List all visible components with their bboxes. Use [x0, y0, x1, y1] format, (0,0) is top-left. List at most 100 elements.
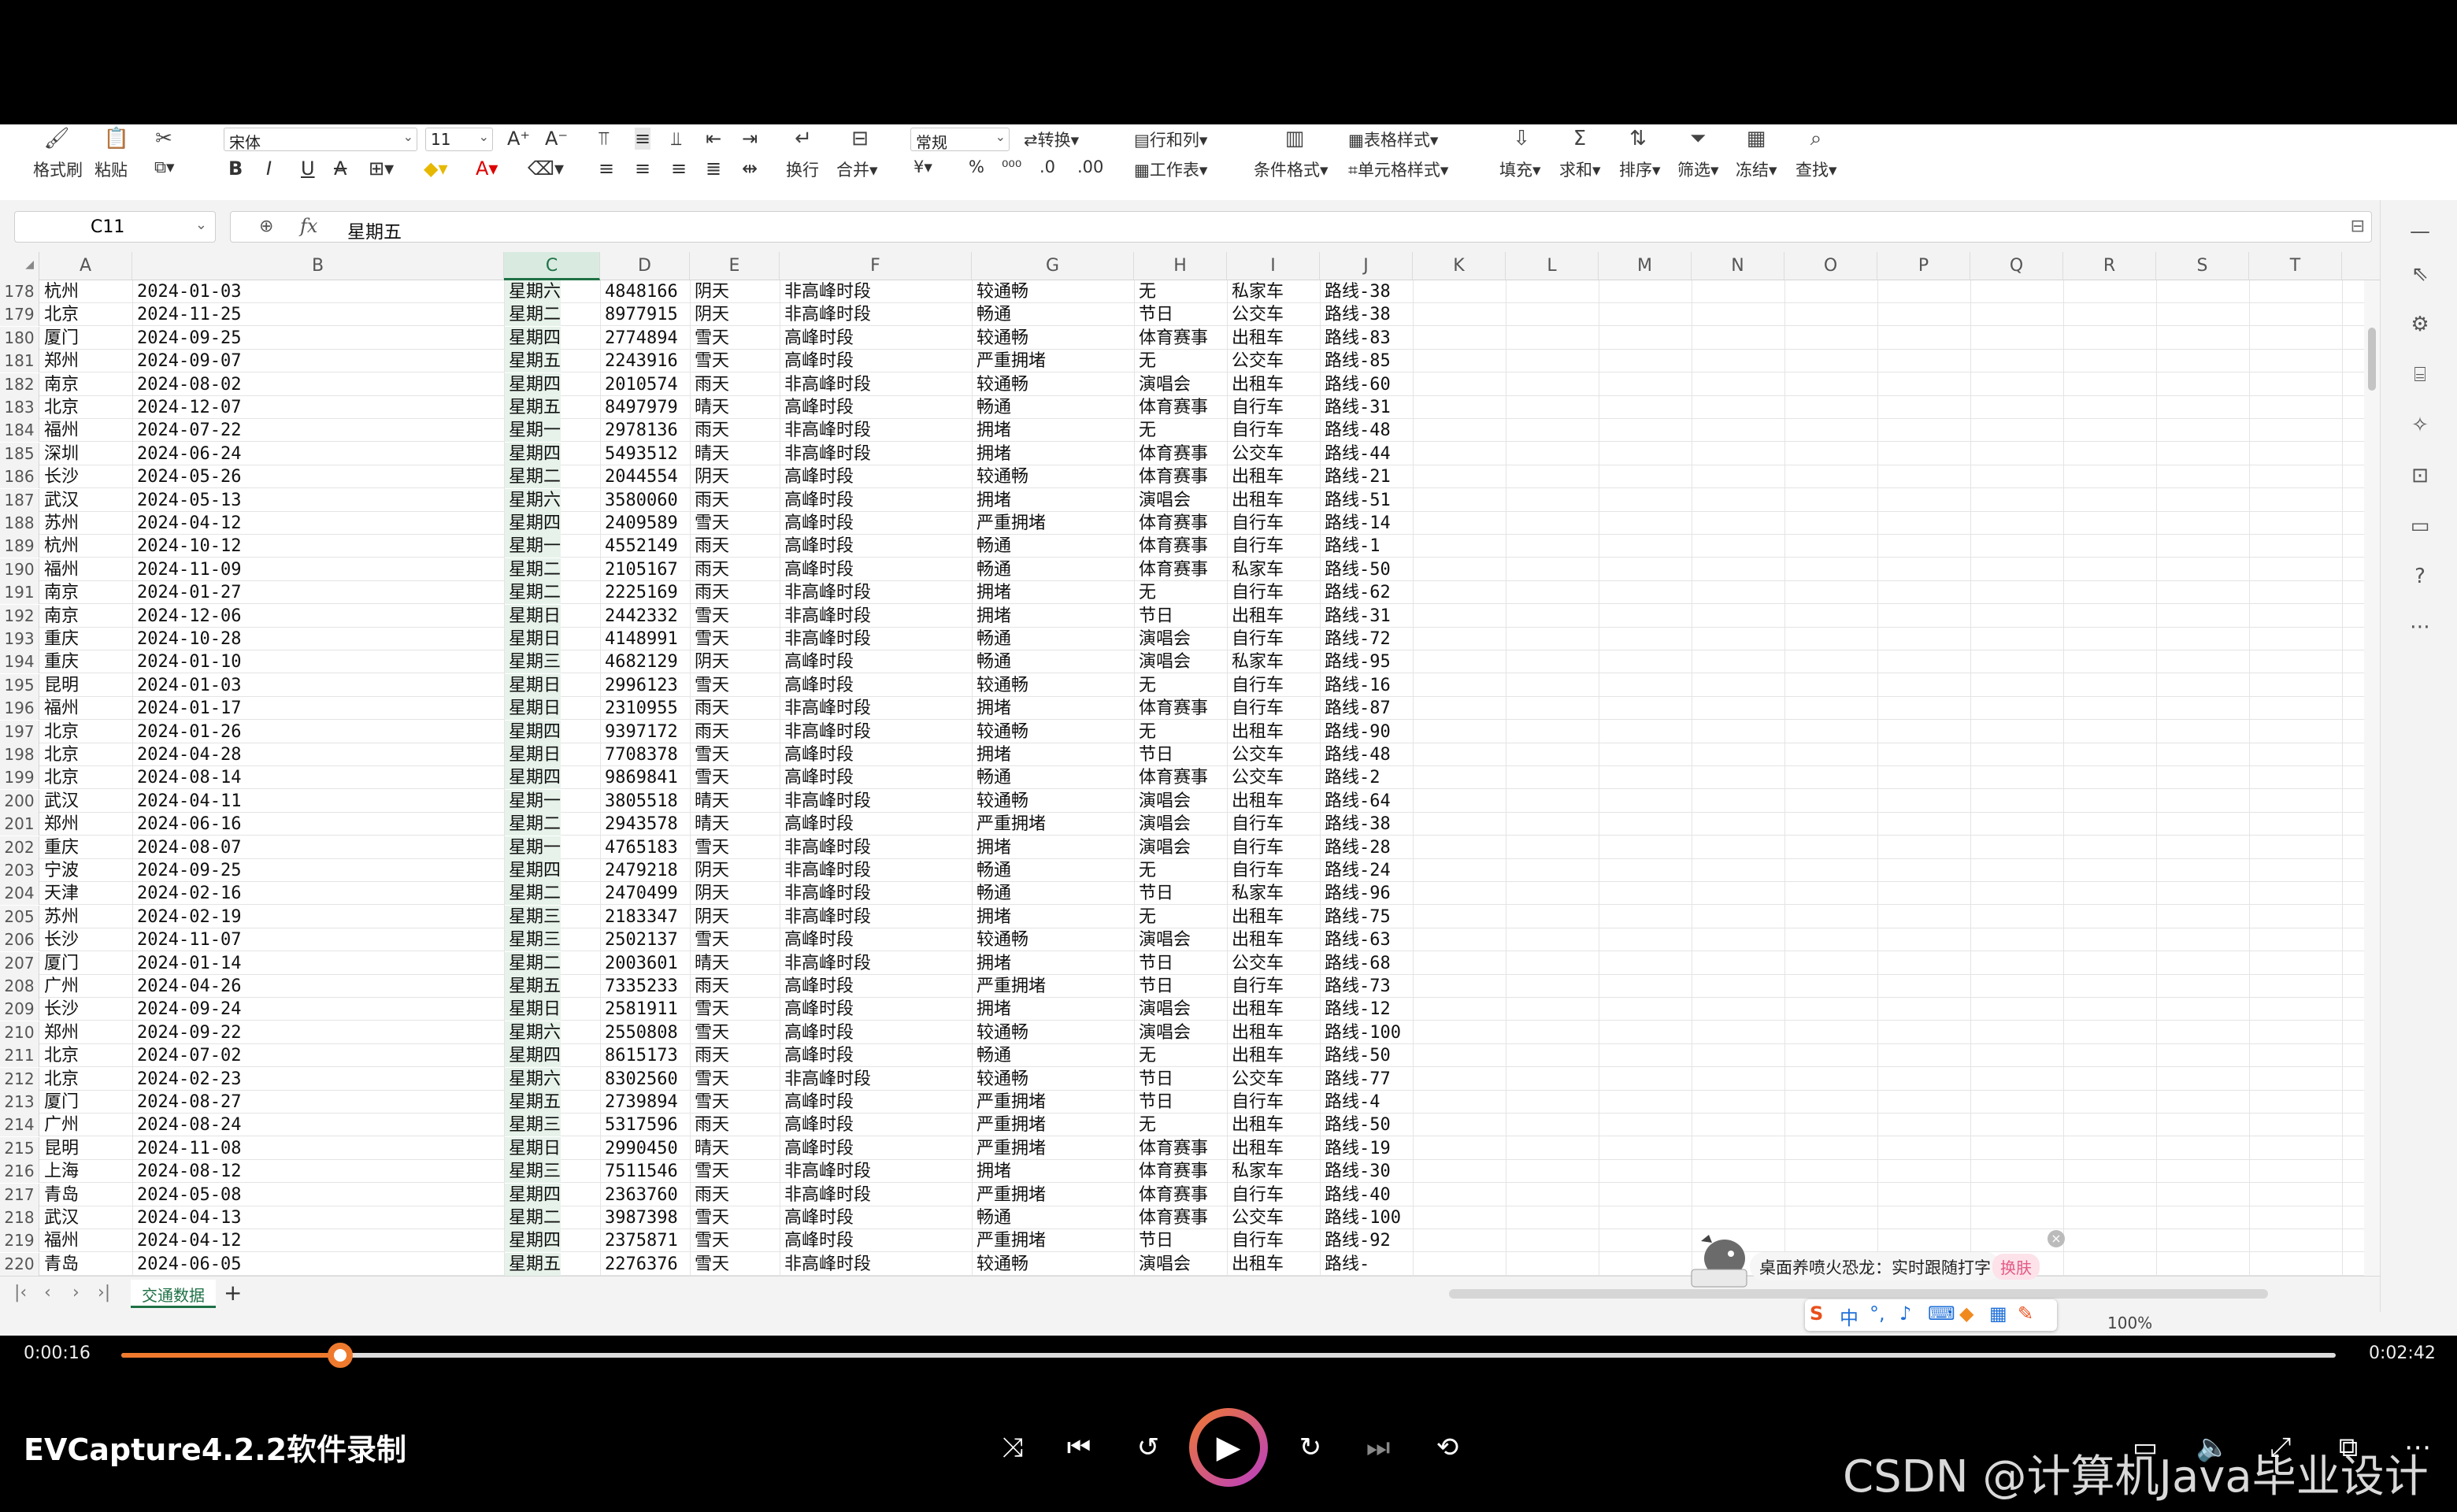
row-number[interactable]: 195 — [0, 673, 39, 697]
select-pointer-icon[interactable]: ⇖ — [2404, 258, 2436, 290]
row-number[interactable]: 205 — [0, 905, 39, 928]
zoom-level[interactable]: 100% — [2107, 1314, 2152, 1332]
cell-f[interactable]: 高峰时段 — [780, 396, 854, 419]
cell-g[interactable]: 拥堵 — [972, 1160, 1011, 1183]
cell-g[interactable]: 畅通 — [972, 1206, 1011, 1229]
cell-d[interactable]: 3580060 — [600, 489, 678, 512]
cell-f[interactable]: 非高峰时段 — [780, 419, 871, 442]
cell-j[interactable]: 路线-75 — [1320, 906, 1391, 928]
cell-a[interactable]: 北京 — [39, 721, 79, 743]
cell-h[interactable]: 无 — [1134, 581, 1156, 604]
bold-icon[interactable]: B — [228, 158, 243, 180]
cell-f[interactable]: 高峰时段 — [780, 1044, 854, 1067]
cell-a[interactable]: 宁波 — [39, 859, 79, 882]
cell-d[interactable]: 2310955 — [600, 697, 678, 720]
cell-h[interactable]: 体育赛事 — [1134, 1206, 1208, 1229]
cell-b[interactable]: 2024-07-02 — [132, 1044, 241, 1067]
cell-j[interactable]: 路线-72 — [1320, 628, 1391, 650]
sort-icon[interactable]: ⇅ — [1622, 124, 1654, 153]
cell-e[interactable]: 阴天 — [690, 465, 729, 488]
cell-j[interactable]: 路线-38 — [1320, 280, 1391, 303]
cell-d[interactable]: 2003601 — [600, 952, 678, 975]
cell-a[interactable]: 郑州 — [39, 1021, 79, 1044]
cell-d[interactable]: 2375871 — [600, 1229, 678, 1252]
cell-j[interactable]: 路线-68 — [1320, 952, 1391, 975]
cell-i[interactable]: 私家车 — [1227, 558, 1284, 581]
cell-i[interactable]: 自行车 — [1227, 535, 1284, 558]
cell-i[interactable]: 自行车 — [1227, 674, 1284, 697]
cell-h[interactable]: 节日 — [1134, 1091, 1173, 1114]
cell-b[interactable]: 2024-01-03 — [132, 674, 241, 697]
cell-b[interactable]: 2024-11-09 — [132, 558, 241, 581]
column-header[interactable]: M — [1599, 252, 1692, 280]
column-header[interactable]: S — [2156, 252, 2249, 280]
cell-g[interactable]: 拥堵 — [972, 906, 1011, 928]
cell-j[interactable]: 路线-28 — [1320, 836, 1391, 859]
cell-g[interactable]: 严重拥堵 — [972, 813, 1046, 836]
cell-c[interactable]: 星期日 — [504, 998, 561, 1021]
add-sheet-button[interactable]: + — [224, 1280, 242, 1306]
cell-c[interactable]: 星期六 — [504, 488, 561, 512]
cell-f[interactable]: 非高峰时段 — [780, 373, 871, 396]
row-number[interactable]: 191 — [0, 581, 39, 605]
cell-h[interactable]: 演唱会 — [1134, 1253, 1191, 1276]
sum-icon[interactable]: Σ — [1564, 124, 1595, 153]
book-icon[interactable]: ▭ — [2404, 510, 2436, 542]
row-number[interactable]: 180 — [0, 326, 39, 350]
indent-decrease-icon[interactable]: ⇤ — [706, 128, 721, 150]
cell-c[interactable]: 星期二 — [504, 303, 561, 327]
cell-d[interactable]: 2363760 — [600, 1184, 678, 1206]
cell-d[interactable]: 2550808 — [600, 1021, 678, 1044]
cell-e[interactable]: 雨天 — [690, 1184, 729, 1206]
cell-d[interactable]: 2978136 — [600, 419, 678, 442]
cell-c[interactable]: 星期二 — [504, 882, 561, 906]
row-number[interactable]: 187 — [0, 488, 39, 512]
cell-i[interactable]: 自行车 — [1227, 975, 1284, 998]
cell-h[interactable]: 演唱会 — [1134, 489, 1191, 512]
merge-icon[interactable]: ⊟ — [844, 124, 876, 153]
cell-a[interactable]: 武汉 — [39, 489, 79, 512]
cell-f[interactable]: 高峰时段 — [780, 975, 854, 998]
cell-a[interactable]: 青岛 — [39, 1253, 79, 1276]
rewind-10-icon[interactable]: ↺ — [1125, 1424, 1172, 1471]
cell-f[interactable]: 非高峰时段 — [780, 859, 871, 882]
paste-icon[interactable]: 📋 — [101, 124, 132, 153]
fill-button[interactable]: 填充▾ — [1499, 158, 1541, 181]
column-header[interactable]: F — [780, 252, 972, 280]
cell-a[interactable]: 重庆 — [39, 836, 79, 859]
microphone-icon[interactable]: ♪ — [1899, 1303, 1911, 1325]
cell-c[interactable]: 星期一 — [504, 535, 561, 558]
cell-i[interactable]: 自行车 — [1227, 581, 1284, 604]
cell-e[interactable]: 雪天 — [690, 1091, 729, 1114]
conditional-format-button[interactable]: 条件格式▾ — [1254, 158, 1329, 181]
cell-h[interactable]: 演唱会 — [1134, 928, 1191, 951]
cell-f[interactable]: 高峰时段 — [780, 1229, 854, 1252]
cell-j[interactable]: 路线-1 — [1320, 535, 1380, 558]
cell-g[interactable]: 畅通 — [972, 766, 1011, 789]
cell-g[interactable]: 严重拥堵 — [972, 512, 1046, 535]
cell-e[interactable]: 晴天 — [690, 396, 729, 419]
column-header[interactable]: C — [504, 252, 600, 280]
border-icon[interactable]: ⊞▾ — [369, 158, 394, 180]
thousands-icon[interactable]: ⁰⁰⁰ — [1002, 158, 1021, 176]
convert-button[interactable]: ⇄转换▾ — [1024, 128, 1079, 151]
cell-e[interactable]: 雨天 — [690, 721, 729, 743]
align-top-icon[interactable]: ⫪ — [598, 128, 610, 150]
row-number[interactable]: 194 — [0, 650, 39, 674]
cell-c[interactable]: 星期日 — [504, 628, 561, 650]
cell-c[interactable]: 星期四 — [504, 859, 561, 882]
cell-h[interactable]: 演唱会 — [1134, 836, 1191, 859]
cell-a[interactable]: 福州 — [39, 697, 79, 720]
filter-button[interactable]: 筛选▾ — [1677, 158, 1719, 181]
cell-i[interactable]: 自行车 — [1227, 697, 1284, 720]
justify-icon[interactable]: ≣ — [706, 158, 721, 180]
cell-a[interactable]: 厦门 — [39, 952, 79, 975]
cell-g[interactable]: 较通畅 — [972, 790, 1028, 813]
cell-i[interactable]: 出租车 — [1227, 327, 1284, 350]
cell-a[interactable]: 北京 — [39, 1044, 79, 1067]
cell-h[interactable]: 节日 — [1134, 975, 1173, 998]
find-icon[interactable]: ⌕ — [1800, 124, 1832, 153]
cell-h[interactable]: 体育赛事 — [1134, 697, 1208, 720]
cell-i[interactable]: 出租车 — [1227, 1114, 1284, 1136]
cell-h[interactable]: 演唱会 — [1134, 998, 1191, 1021]
